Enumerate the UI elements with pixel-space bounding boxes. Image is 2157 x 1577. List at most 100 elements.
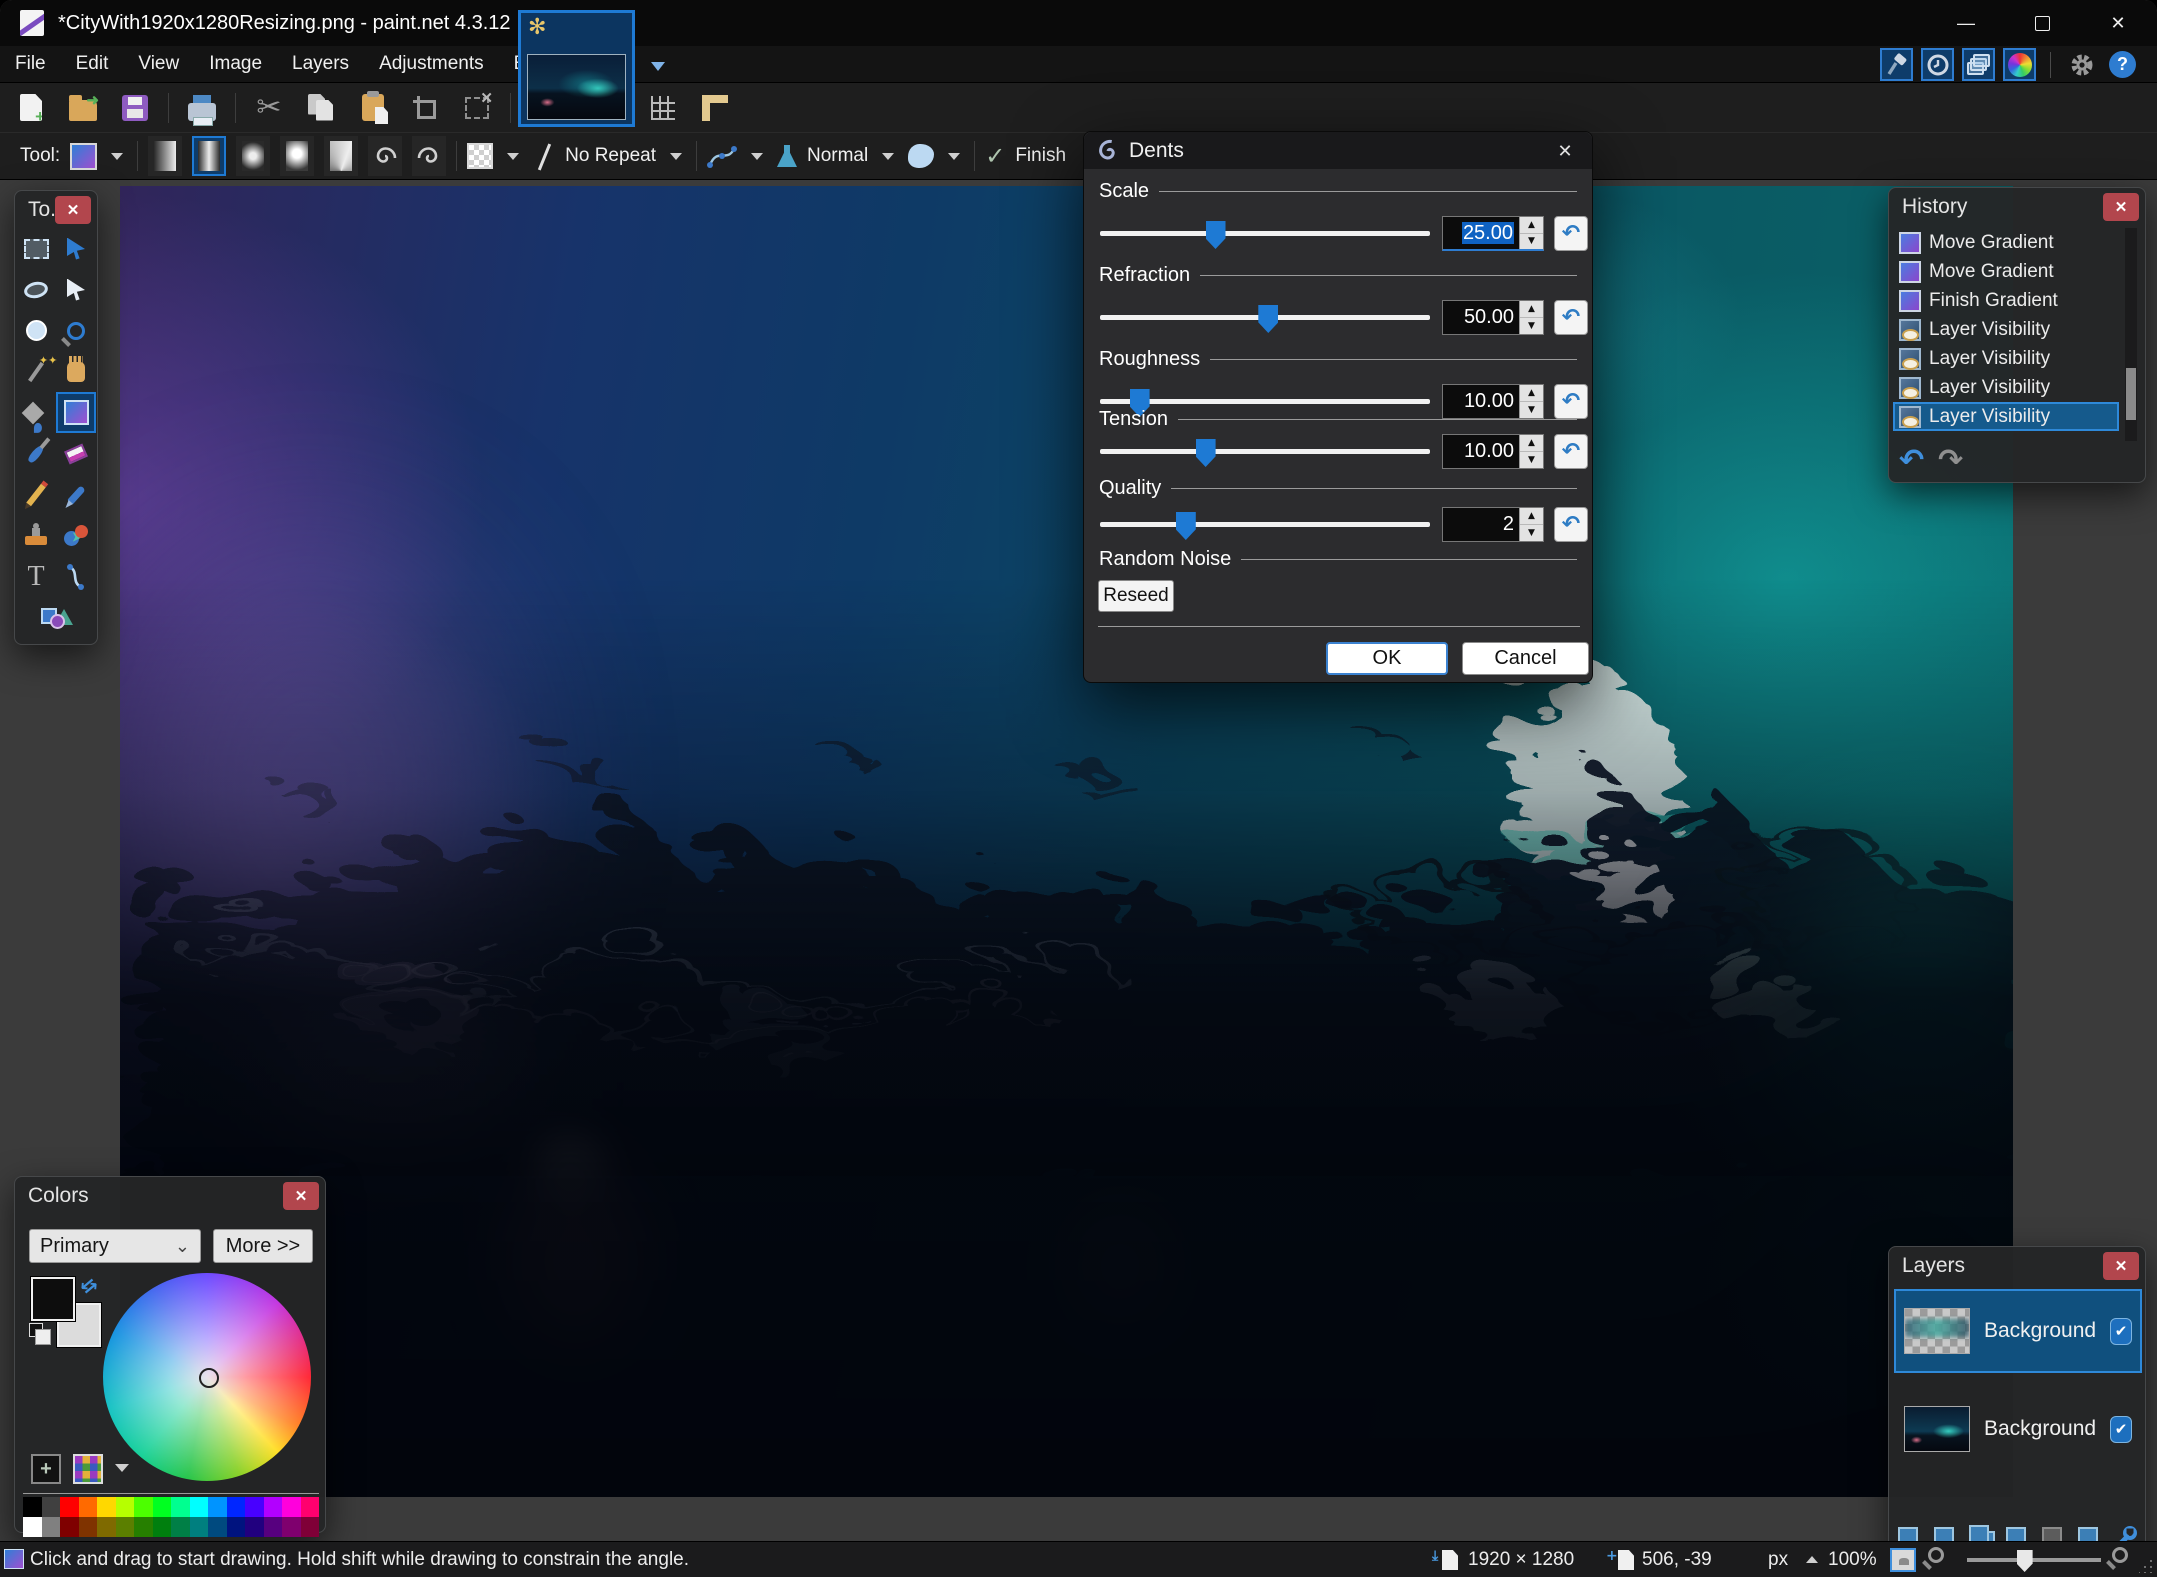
palette-swatch[interactable] — [300, 1517, 319, 1537]
palette-swatch[interactable] — [115, 1497, 134, 1517]
scale-reset-button[interactable]: ↶ — [1554, 216, 1588, 251]
history-redo-icon[interactable]: ↷ — [1938, 446, 1963, 476]
tension-slider-thumb[interactable] — [1195, 439, 1216, 467]
tool-clone-stamp[interactable] — [16, 515, 56, 556]
more-button[interactable]: More >> — [213, 1229, 313, 1263]
selection-quality-icon[interactable] — [908, 144, 935, 168]
tool-zoom[interactable] — [56, 310, 96, 351]
tool-paintbrush[interactable] — [16, 433, 56, 474]
gradient-linear-reflected-button[interactable] — [192, 136, 227, 176]
palette-swatch[interactable] — [60, 1497, 79, 1517]
gradient-spiral-ccw-button[interactable] — [412, 136, 447, 176]
fill-style-dropdown-arrow[interactable] — [507, 152, 520, 160]
scale-input[interactable]: 25.00 ▲ ▼ — [1442, 216, 1544, 251]
maximize-button[interactable] — [2027, 8, 2057, 38]
tool-ellipse-select[interactable] — [16, 310, 56, 351]
roughness-slider[interactable] — [1100, 389, 1430, 417]
scale-spinner[interactable]: ▲ ▼ — [1519, 217, 1543, 249]
history-item[interactable]: Move Gradient — [1893, 228, 2119, 257]
tool-pencil[interactable] — [16, 474, 56, 515]
palette-swatch[interactable] — [171, 1497, 190, 1517]
history-item-selected[interactable]: Layer Visibility — [1893, 402, 2119, 431]
history-item[interactable]: Layer Visibility — [1893, 315, 2119, 344]
ruler-toggle-button[interactable] — [696, 89, 734, 127]
tool-move-selection[interactable] — [56, 269, 96, 310]
color-wheel[interactable] — [103, 1273, 311, 1481]
quality-slider-thumb[interactable] — [1175, 512, 1196, 540]
menu-edit[interactable]: Edit — [61, 48, 124, 80]
palette-swatch[interactable] — [226, 1497, 245, 1517]
reset-colors-icon[interactable] — [29, 1323, 51, 1345]
palette-swatch[interactable] — [245, 1497, 264, 1517]
history-window-toggle[interactable] — [1921, 48, 1954, 81]
tool-gradient[interactable] — [56, 392, 96, 433]
tension-input[interactable]: 10.00 ▲ ▼ — [1442, 434, 1544, 469]
zoom-slider-thumb[interactable] — [2016, 1550, 2033, 1572]
palette-dropdown-arrow[interactable] — [115, 1464, 129, 1472]
unit-dropdown-arrow[interactable] — [1806, 1556, 1818, 1563]
menu-adjustments[interactable]: Adjustments — [364, 48, 499, 80]
cancel-button[interactable]: Cancel — [1462, 642, 1589, 675]
quality-spinner[interactable]: ▲ ▼ — [1519, 508, 1543, 541]
finish-button[interactable]: Finish — [1015, 145, 1066, 167]
palette-swatch[interactable] — [282, 1517, 301, 1537]
tool-pan[interactable] — [56, 351, 96, 392]
minimize-button[interactable]: — — [1951, 8, 1981, 38]
image-list-button[interactable] — [648, 58, 668, 76]
palette-swatch[interactable] — [134, 1497, 153, 1517]
blend-mode-dropdown-arrow[interactable] — [882, 152, 895, 160]
refraction-slider-thumb[interactable] — [1258, 305, 1279, 333]
palette-swatch[interactable] — [226, 1517, 245, 1537]
color-wheel-selector[interactable] — [199, 1368, 219, 1388]
unit-selector[interactable]: px — [1768, 1549, 1788, 1571]
palette-swatch[interactable] — [300, 1497, 319, 1517]
history-item[interactable]: Layer Visibility — [1893, 344, 2119, 373]
scale-slider[interactable] — [1100, 221, 1430, 249]
colors-panel-close-button[interactable]: ✕ — [283, 1182, 319, 1210]
tool-text[interactable]: T — [16, 556, 56, 597]
menu-file[interactable]: File — [0, 48, 61, 80]
reseed-button[interactable]: Reseed — [1098, 580, 1174, 612]
tension-spinner[interactable]: ▲ ▼ — [1519, 435, 1543, 468]
layer-visibility-checkbox[interactable]: ✔ — [2110, 1317, 2132, 1345]
history-undo-icon[interactable]: ↶ — [1899, 446, 1924, 476]
palette-swatch[interactable] — [189, 1517, 208, 1537]
palette-swatch[interactable] — [78, 1497, 97, 1517]
tools-panel-close-button[interactable]: ✕ — [55, 196, 91, 224]
antialias-dropdown-arrow[interactable] — [750, 152, 763, 160]
quality-slider[interactable] — [1100, 512, 1430, 540]
add-color-button[interactable]: + — [31, 1454, 61, 1484]
image-tab[interactable]: ✻ — [518, 10, 635, 127]
deselect-button[interactable] — [458, 89, 496, 127]
gradient-diamond-button[interactable] — [236, 136, 271, 176]
refraction-spinner[interactable]: ▲ ▼ — [1519, 301, 1543, 334]
palette-swatch[interactable] — [23, 1497, 42, 1517]
palette-swatch[interactable] — [41, 1517, 60, 1537]
ok-button[interactable]: OK — [1326, 642, 1448, 675]
layers-window-toggle[interactable] — [1962, 48, 1995, 81]
layers-panel-close-button[interactable]: ✕ — [2103, 1252, 2139, 1280]
color-mode-select[interactable]: Primary — [29, 1229, 201, 1263]
gradient-radial-button[interactable] — [280, 136, 315, 176]
history-item[interactable]: Finish Gradient — [1893, 286, 2119, 315]
palette-swatch[interactable] — [282, 1497, 301, 1517]
history-scrollbar[interactable] — [2125, 228, 2137, 441]
menu-image[interactable]: Image — [194, 48, 277, 80]
history-item[interactable]: Move Gradient — [1893, 257, 2119, 286]
tools-window-toggle[interactable] — [1880, 48, 1913, 81]
zoom-to-fit-button[interactable] — [1890, 1548, 1916, 1572]
zoom-slider[interactable] — [1967, 1550, 2101, 1572]
tool-recolor[interactable]: ➤ — [56, 515, 96, 556]
quality-input[interactable]: 2 ▲ ▼ — [1442, 507, 1544, 542]
palette-swatch[interactable] — [263, 1497, 282, 1517]
colors-panel-title[interactable]: Colors — [15, 1177, 325, 1214]
antialias-icon[interactable] — [706, 143, 737, 169]
resize-grip[interactable] — [2139, 1559, 2153, 1573]
tool-rectangle-select[interactable] — [16, 228, 56, 269]
zoom-out-button[interactable] — [1928, 1547, 1944, 1563]
palette-swatch[interactable] — [78, 1517, 97, 1537]
palette-swatch[interactable] — [263, 1517, 282, 1537]
history-item[interactable]: Layer Visibility — [1893, 373, 2119, 402]
tool-line-curve[interactable] — [56, 556, 96, 597]
palette-swatch[interactable] — [152, 1517, 171, 1537]
